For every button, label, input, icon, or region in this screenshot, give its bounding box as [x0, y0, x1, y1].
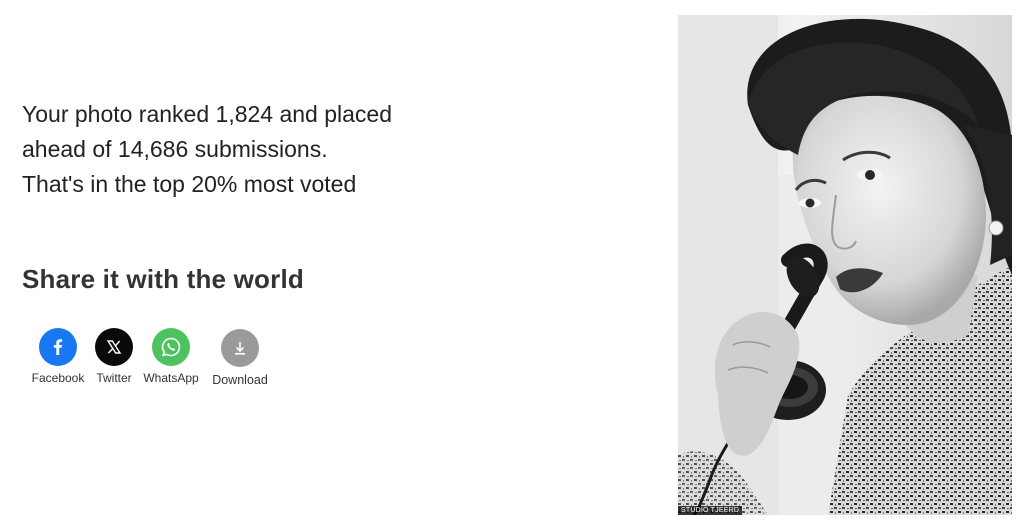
facebook-icon[interactable]: [39, 328, 77, 366]
share-twitter-label: Twitter: [96, 371, 132, 385]
portrait-illustration: [678, 15, 1012, 515]
whatsapp-icon[interactable]: [152, 328, 190, 366]
share-twitter-button[interactable]: Twitter: [88, 328, 140, 387]
submitted-photo: STUDIO TJEERD: [678, 15, 1012, 515]
ranking-line-3: That's in the top 20% most voted: [22, 171, 357, 197]
share-whatsapp-label: WhatsApp: [143, 371, 199, 385]
x-icon[interactable]: [95, 328, 133, 366]
photo-watermark: STUDIO TJEERD: [678, 506, 743, 515]
ranking-text: Your photo ranked 1,824 and placed ahead…: [22, 97, 542, 202]
share-facebook-label: Facebook: [31, 371, 85, 385]
ranking-line-2: ahead of 14,686 submissions.: [22, 136, 328, 162]
photo-result-page: Your photo ranked 1,824 and placed ahead…: [0, 0, 1024, 524]
share-buttons: Facebook Twitter WhatsApp Download: [28, 328, 278, 387]
download-icon[interactable]: [221, 329, 259, 367]
ranking-line-1: Your photo ranked 1,824 and placed: [22, 101, 393, 127]
download-button[interactable]: Download: [202, 328, 278, 387]
share-title: Share it with the world: [22, 264, 304, 294]
share-facebook-button[interactable]: Facebook: [28, 328, 88, 387]
share-whatsapp-button[interactable]: WhatsApp: [140, 328, 202, 387]
download-label: Download: [212, 373, 268, 387]
